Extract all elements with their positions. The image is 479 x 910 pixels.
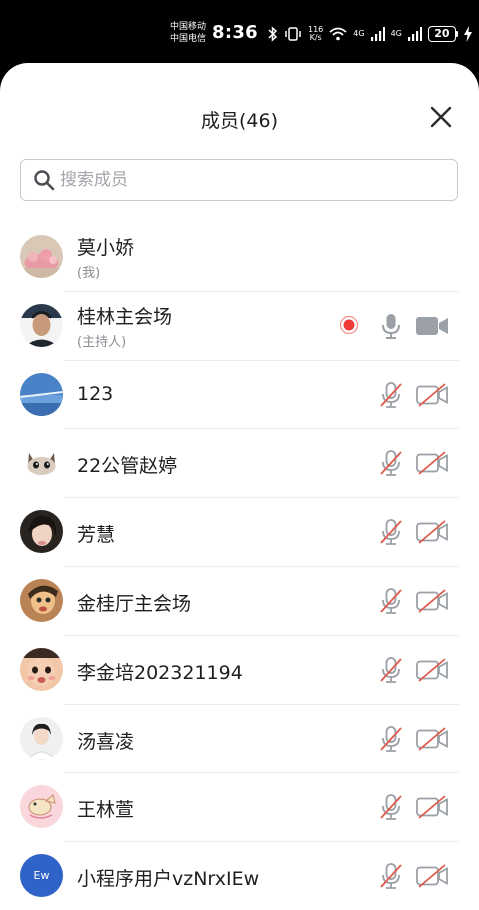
- member-row[interactable]: 123: [0, 361, 479, 430]
- vibrate-icon: [285, 27, 301, 41]
- member-row[interactable]: 金桂厅主会场: [0, 567, 479, 636]
- network-speed: 116 K/s: [308, 25, 324, 42]
- camera-off-icon[interactable]: [415, 520, 449, 544]
- microphone-muted-icon[interactable]: [378, 656, 404, 684]
- member-name: 金桂厅主会场: [77, 592, 192, 615]
- member-row[interactable]: 桂林主会场 (主持人): [0, 292, 479, 361]
- carrier-1: 中国移动: [170, 22, 207, 32]
- microphone-muted-icon[interactable]: [378, 449, 404, 477]
- wifi-icon: [329, 27, 347, 41]
- member-name: 123: [77, 382, 114, 405]
- close-icon[interactable]: [427, 103, 455, 131]
- signal-icon: [407, 27, 422, 41]
- network-type-2: 4G: [390, 29, 402, 38]
- camera-off-icon[interactable]: [415, 726, 449, 751]
- member-name: 桂林主会场: [77, 305, 173, 328]
- member-row[interactable]: 王林萱: [0, 773, 479, 843]
- member-role: (我): [77, 266, 101, 281]
- avatar: [20, 578, 63, 622]
- search-box[interactable]: [20, 159, 458, 201]
- member-row[interactable]: 汤喜凌: [0, 705, 479, 774]
- search-icon: [34, 170, 55, 191]
- camera-off-icon[interactable]: [415, 589, 449, 613]
- signal-icon: [370, 27, 385, 41]
- avatar: Ew: [20, 854, 63, 898]
- microphone-muted-icon[interactable]: [378, 587, 404, 615]
- member-name: 王林萱: [77, 799, 135, 822]
- avatar: [20, 647, 63, 691]
- avatar: [20, 235, 63, 278]
- status-icons: 116 K/s 4G 4G 20: [268, 24, 472, 44]
- avatar: [20, 716, 63, 760]
- member-name: 22公管赵婷: [77, 455, 178, 478]
- member-name: 小程序用户vzNrxIEw: [77, 868, 260, 891]
- member-name: 李金培202321194: [77, 661, 243, 684]
- camera-off-icon[interactable]: [415, 451, 449, 476]
- camera-off-icon[interactable]: [415, 658, 449, 682]
- clock: 8:36: [212, 22, 258, 43]
- search-input[interactable]: [60, 170, 440, 190]
- network-type-1: 4G: [353, 29, 365, 38]
- sheet-header: 成员(46): [0, 63, 479, 171]
- microphone-muted-icon[interactable]: [378, 725, 404, 753]
- microphone-muted-icon[interactable]: [378, 793, 404, 821]
- avatar: [20, 303, 63, 347]
- recording-icon: [339, 315, 359, 335]
- avatar: [20, 441, 63, 485]
- member-name: 汤喜凌: [77, 730, 135, 753]
- camera-off-icon[interactable]: [415, 864, 449, 888]
- camera-off-icon[interactable]: [415, 382, 449, 407]
- member-row[interactable]: 李金培202321194: [0, 636, 479, 705]
- members-sheet: 成员(46) 莫小娇 (我) 桂林主会场 (主持人) 123 22公管赵婷芳慧金桂厅主会场…: [0, 63, 479, 910]
- member-row[interactable]: 22公管赵婷: [0, 429, 479, 499]
- avatar-initials: Ew: [33, 869, 50, 883]
- carrier-info: 中国移动 中国电信: [170, 21, 206, 45]
- microphone-muted-icon[interactable]: [378, 862, 404, 890]
- battery-level: 20: [427, 26, 456, 42]
- microphone-muted-icon[interactable]: [378, 381, 404, 409]
- member-name: 莫小娇: [77, 237, 135, 259]
- avatar: [20, 372, 63, 416]
- microphone-muted-icon[interactable]: [378, 518, 404, 546]
- microphone-icon[interactable]: [378, 312, 404, 340]
- member-row[interactable]: Ew 小程序用户vzNrxIEw: [0, 842, 479, 910]
- avatar: [20, 785, 63, 829]
- carrier-2: 中国电信: [170, 34, 207, 44]
- bluetooth-icon: [268, 26, 278, 42]
- camera-icon[interactable]: [415, 314, 449, 338]
- status-bar: 中国移动 中国电信 8:36 116 K/s 4G 4G 20: [0, 0, 479, 66]
- member-row[interactable]: 莫小娇 (我): [0, 223, 479, 292]
- charging-icon: [463, 26, 472, 42]
- avatar: [20, 510, 63, 554]
- member-list: 莫小娇 (我) 桂林主会场 (主持人) 123 22公管赵婷 芳慧金桂厅主会场李金培2023…: [0, 223, 479, 910]
- camera-off-icon[interactable]: [415, 795, 449, 820]
- member-name: 芳慧: [77, 524, 116, 547]
- member-role: (主持人): [77, 334, 127, 350]
- member-row[interactable]: 芳慧: [0, 498, 479, 567]
- battery-indicator: 20: [427, 26, 458, 42]
- page-title: 成员(46): [200, 110, 278, 132]
